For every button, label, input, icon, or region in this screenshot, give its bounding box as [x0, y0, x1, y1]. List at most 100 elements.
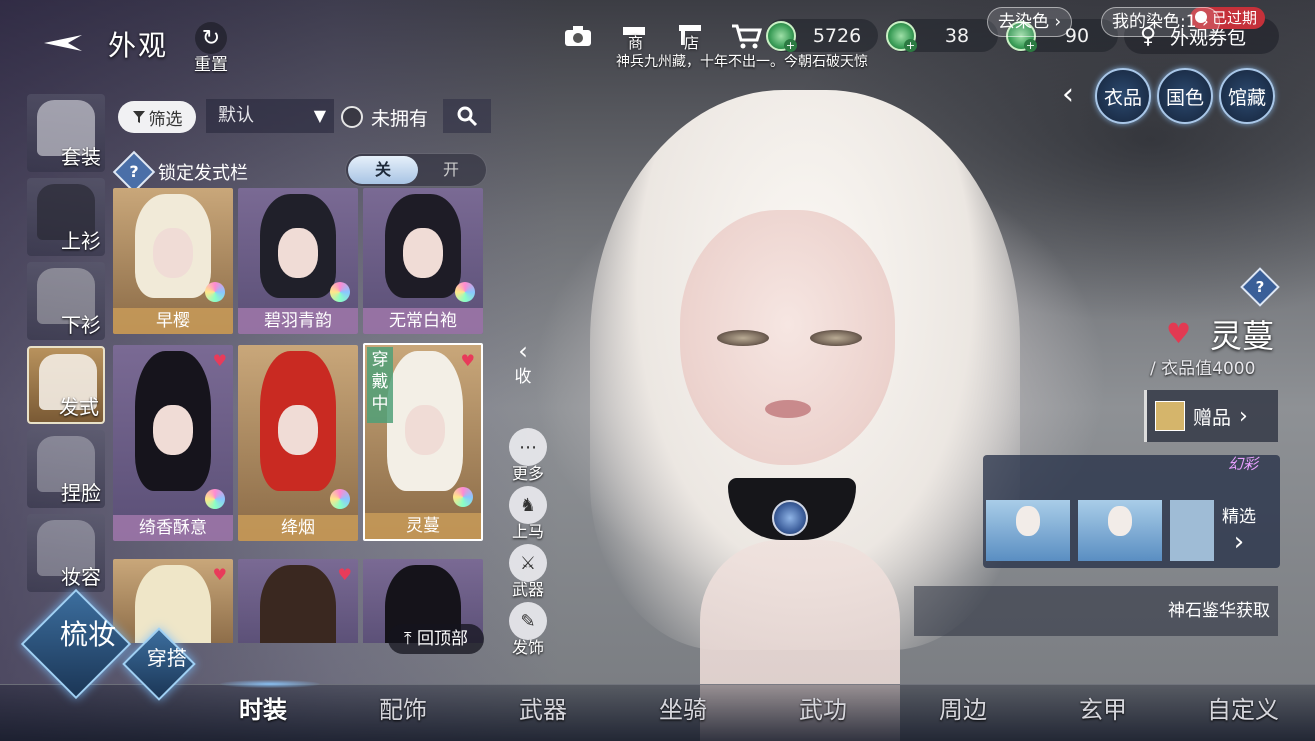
filter-button[interactable]: 筛选	[118, 101, 196, 133]
funnel-icon	[132, 111, 145, 123]
wearing-badge: 穿戴中	[367, 347, 393, 423]
hairstyle-card[interactable]: 碧羽青韵	[238, 188, 358, 334]
chevron-right-icon: ›	[1233, 527, 1245, 557]
shop-label: 商	[628, 34, 644, 52]
portrait-face	[403, 228, 443, 278]
tab-hairstyle[interactable]: 发式	[27, 346, 105, 424]
character-right-eye	[810, 330, 862, 346]
hairstyle-grid: 早樱 碧羽青韵 无常白袍 ♥ 绮香酥意 绛烟 穿戴中 ♥ 灵蔓 ♥ ♥	[113, 188, 485, 643]
hairstyle-name: 早樱	[113, 308, 233, 334]
color-orb-icon	[330, 489, 350, 509]
currency-amount: 38	[944, 24, 970, 47]
hairstyle-card[interactable]: ♥	[238, 559, 358, 643]
active-tab-glow	[220, 680, 320, 688]
dye-preview-thumbnail[interactable]	[1078, 500, 1162, 561]
portrait-face	[153, 228, 193, 278]
tab-fashion[interactable]: 时装	[239, 690, 287, 725]
hairstyle-card[interactable]: ♥	[113, 559, 233, 643]
hairstyle-card[interactable]: 早樱	[113, 188, 233, 334]
search-button[interactable]	[443, 99, 491, 133]
store-label: 店	[684, 34, 700, 52]
collapse-label: 收	[514, 367, 532, 387]
featured-button[interactable]: 精选 ›	[1222, 502, 1256, 557]
dye-preview-thumbnail[interactable]	[1170, 500, 1214, 561]
hairstyle-card[interactable]: 绛烟	[238, 345, 358, 541]
top-toolbar: 商 店	[560, 16, 764, 56]
hairstyle-card-selected[interactable]: 穿戴中 ♥ 灵蔓	[363, 343, 483, 541]
my-dye-label: 我的染色:1	[1112, 12, 1197, 32]
tab-top[interactable]: 上衫	[27, 178, 105, 256]
toggle-off-option[interactable]: 关	[348, 156, 418, 184]
shop-button[interactable]: 商	[616, 18, 652, 54]
tab-armor[interactable]: 玄甲	[1079, 690, 1127, 725]
gift-label: 赠品	[1193, 406, 1232, 429]
cart-icon[interactable]	[728, 18, 764, 54]
back-to-top-label: 回顶部	[416, 629, 468, 649]
toggle-on-option[interactable]: 开	[416, 156, 486, 184]
dye-preview-thumbnail[interactable]	[986, 500, 1070, 561]
unowned-radio[interactable]	[341, 106, 363, 128]
character-face	[680, 210, 895, 465]
tab-label: 套装	[61, 145, 101, 169]
gift-button[interactable]: 赠品 ›	[1144, 390, 1278, 442]
back-arrow-icon	[44, 35, 82, 51]
favorite-heart-icon[interactable]: ♥	[1166, 317, 1191, 350]
tab-makeup[interactable]: 妆容	[27, 514, 105, 592]
tab-bottom[interactable]: 下衫	[27, 262, 105, 340]
heart-icon: ♥	[337, 565, 352, 584]
color-orb-icon	[205, 489, 225, 509]
weapon-button[interactable]: ⚔ 武器	[506, 544, 550, 600]
tab-martial-arts[interactable]: 武功	[799, 690, 847, 725]
chevron-left-icon[interactable]: ‹	[1062, 80, 1074, 110]
camera-icon[interactable]	[560, 18, 596, 54]
my-dye-button[interactable]: 我的染色:1 ›	[1101, 7, 1220, 37]
hairstyle-name: 绮香酥意	[113, 515, 233, 541]
hairstyle-card[interactable]: 无常白袍	[363, 188, 483, 334]
tab-face-sculpt[interactable]: 捏脸	[27, 430, 105, 508]
tab-label: 妆容	[61, 565, 101, 589]
collapse-button[interactable]: ‹ 收	[508, 337, 538, 387]
tab-label: 捏脸	[61, 481, 101, 505]
mount-button[interactable]: ♞ 上马	[506, 486, 550, 542]
color-orb-icon	[453, 487, 473, 507]
color-orb-icon	[205, 282, 225, 302]
chevron-right-icon: ›	[1239, 403, 1248, 429]
illusion-color-tag: 幻彩	[1228, 455, 1259, 473]
tab-weapons[interactable]: 武器	[519, 690, 567, 725]
tab-accessories[interactable]: 配饰	[379, 690, 427, 725]
hairstyle-name: 无常白袍	[363, 308, 483, 334]
go-dye-button[interactable]: 去染色 ›	[987, 7, 1073, 37]
back-button[interactable]	[38, 28, 88, 58]
hair-ornament-button[interactable]: ✎ 发饰	[506, 602, 550, 658]
category-fashion-button[interactable]: 衣品	[1095, 68, 1151, 124]
arrow-up-icon: ⤒	[404, 629, 412, 649]
tab-label: 上衫	[61, 229, 101, 253]
portrait-face	[278, 405, 318, 455]
gift-item-icon	[1155, 401, 1185, 431]
double-chevron-left-icon: ‹	[518, 337, 528, 365]
lock-hair-slot-toggle[interactable]: 关 开	[345, 153, 487, 187]
reset-button[interactable]: ↻ 重置	[186, 22, 236, 75]
item-value: / 衣品值4000	[1150, 359, 1256, 379]
sort-value: 默认	[218, 105, 254, 126]
currency-amount: 5726	[812, 24, 862, 47]
tab-custom[interactable]: 自定义	[1207, 690, 1279, 725]
currency-jade-2[interactable]: + 38	[886, 19, 998, 52]
tab-mounts[interactable]: 坐骑	[659, 690, 707, 725]
item-value-text: 衣品值4000	[1161, 359, 1256, 379]
more-button[interactable]: ⋯ 更多	[506, 428, 550, 484]
hair-ornament-label: 发饰	[511, 638, 544, 657]
tab-peripherals[interactable]: 周边	[939, 690, 987, 725]
category-collection-button[interactable]: 馆藏	[1219, 68, 1275, 124]
category-national-color-button[interactable]: 国色	[1157, 68, 1213, 124]
hairstyle-card[interactable]: ♥ 绮香酥意	[113, 345, 233, 541]
back-to-top-button[interactable]: ⤒ 回顶部	[388, 624, 484, 654]
sort-dropdown[interactable]: 默认 ▼	[206, 99, 334, 133]
hairstyle-portrait	[260, 565, 336, 643]
currency-jade-1[interactable]: + 5726	[766, 19, 878, 52]
tab-outfit-set[interactable]: 套装	[27, 94, 105, 172]
jade-coin-icon: +	[886, 20, 917, 52]
jade-coin-icon: +	[766, 20, 797, 52]
store-button[interactable]: 店	[672, 18, 708, 54]
heart-icon: ♥	[460, 351, 475, 370]
